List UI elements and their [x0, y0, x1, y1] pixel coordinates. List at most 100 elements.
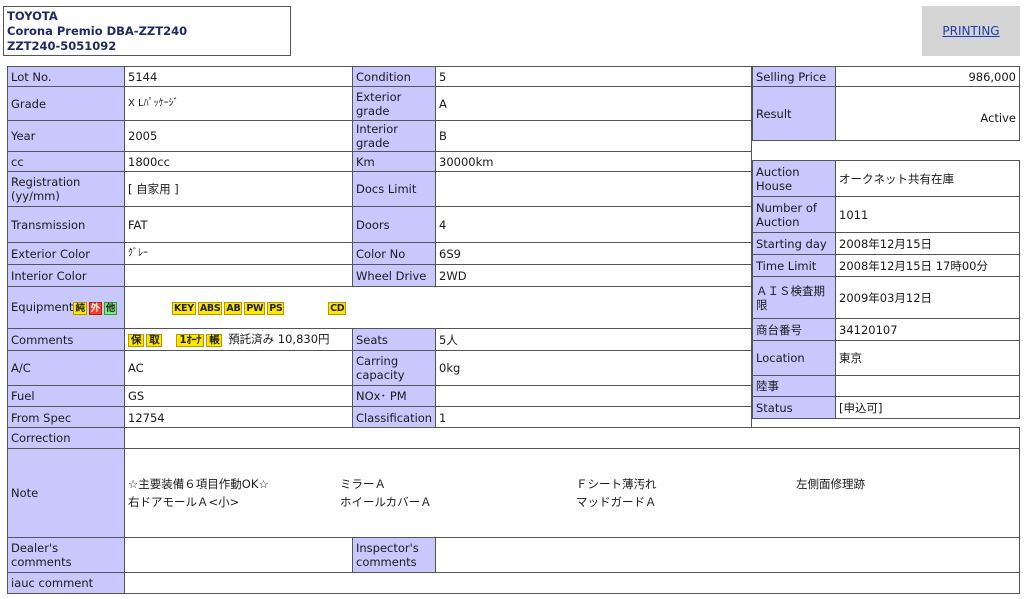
- transmission-label: Transmission: [7, 206, 125, 243]
- color-no-value: 6S9: [435, 242, 752, 265]
- status-label: Status: [752, 396, 836, 419]
- print-area: PRINTING: [922, 6, 1020, 56]
- grade-value: X Lﾊﾟｯｹｰｼﾞ: [124, 86, 353, 121]
- rikuji-value: [835, 375, 1020, 397]
- equipment-label: Equipment: [11, 300, 74, 314]
- fuel-value: GS: [124, 385, 353, 407]
- time-limit-value: 2008年12月15日 17時00分: [835, 254, 1020, 277]
- location-value: 東京: [835, 340, 1020, 376]
- equipment-tag: PS: [267, 302, 285, 315]
- docs-limit-label: Docs Limit: [352, 171, 436, 207]
- grade-label: Grade: [7, 86, 125, 121]
- iauc-comment-label: iauc comment: [7, 572, 125, 594]
- nox-pm-label: NOx･ PM: [352, 385, 436, 407]
- note-value: ☆主要装備６項目作動OK☆ ミラーＡ Ｆシート薄汚れ 左側面修理跡 右ドアモール…: [123, 448, 1021, 538]
- equipment-label-cell: Equipment 純外他: [7, 286, 125, 329]
- rikuji-label: 陸事: [752, 375, 836, 397]
- interior-color-value: [124, 264, 353, 287]
- doors-value: 4: [435, 206, 752, 243]
- note-item: ☆主要装備６項目作動OK☆: [128, 477, 269, 491]
- result-label: Result: [752, 86, 836, 141]
- carrying-capacity-value: 0kg: [435, 350, 752, 386]
- from-spec-label: From Spec: [7, 406, 125, 429]
- comment-tag: 保: [128, 334, 145, 347]
- wheel-drive-label: Wheel Drive: [352, 264, 436, 287]
- comments-value: 保取 1ｵｰﾅ帳 預託済み 10,830円: [124, 328, 353, 351]
- exterior-grade-value: A: [435, 86, 752, 121]
- equipment-tag: KEY: [172, 302, 196, 315]
- inspectors-comments-label: Inspector's comments: [352, 537, 436, 573]
- exterior-color-label: Exterior Color: [7, 242, 125, 265]
- nox-pm-value: [435, 385, 752, 407]
- equipment-tag: PW: [244, 302, 266, 315]
- notes-table: Correction Note ☆主要装備６項目作動OK☆ ミラーＡ Ｆシート薄…: [7, 427, 1021, 594]
- km-value: 30000km: [435, 151, 752, 172]
- color-no-label: Color No: [352, 242, 436, 265]
- seats-value: 5人: [435, 328, 752, 351]
- equipment-type-tag: 他: [103, 302, 118, 315]
- cc-value: 1800cc: [124, 151, 353, 172]
- registration-value: [ 自家用 ]: [124, 171, 353, 207]
- note-label: Note: [7, 448, 125, 538]
- interior-color-label: Interior Color: [7, 264, 125, 287]
- from-spec-value: 12754: [124, 406, 353, 429]
- km-label: Km: [352, 151, 436, 172]
- note-item: ミラーＡ: [340, 477, 386, 491]
- wheel-drive-value: 2WD: [435, 264, 752, 287]
- auction-house-label: Auction House: [752, 160, 836, 197]
- seats-label: Seats: [352, 328, 436, 351]
- vehicle-header: TOYOTA Corona Premio DBA-ZZT240 ZZT240-5…: [3, 6, 291, 56]
- classification-label: Classification: [352, 406, 436, 429]
- correction-label: Correction: [7, 427, 125, 449]
- comment-tag: 取: [146, 334, 163, 347]
- note-item: 左側面修理跡: [796, 477, 865, 491]
- vehicle-make: TOYOTA: [7, 9, 58, 23]
- inspectors-comments-value: [434, 537, 1021, 573]
- ac-label: A/C: [7, 350, 125, 386]
- note-item: マッドガードＡ: [576, 495, 657, 509]
- doors-label: Doors: [352, 206, 436, 243]
- ais-value: 2009年03月12日: [835, 276, 1020, 319]
- location-label: Location: [752, 340, 836, 376]
- dealers-comments-value: [124, 537, 353, 573]
- vehicle-chassis: ZZT240-5051092: [7, 39, 117, 53]
- price-table: Selling Price 986,000 Result Active: [752, 66, 1020, 141]
- year-value: 2005: [124, 120, 353, 152]
- registration-label: Registration (yy/mm): [7, 171, 125, 207]
- lot-no-value: 5144: [124, 66, 353, 87]
- carrying-capacity-label: Carring capacity: [352, 350, 436, 386]
- comment-tag: 1ｵｰﾅ: [176, 334, 205, 347]
- equipment-tag: AB: [224, 302, 243, 315]
- equipment-type-tag: 外: [88, 302, 102, 315]
- auction-house-value: オークネット共有在庫: [835, 160, 1020, 197]
- auction-table: Auction House オークネット共有在庫 Number of Aucti…: [752, 160, 1020, 419]
- year-label: Year: [7, 120, 125, 152]
- interior-grade-value: B: [435, 120, 752, 152]
- interior-grade-label: Interior grade: [352, 120, 436, 152]
- ais-label: ＡＩＳ検査期限: [752, 276, 836, 319]
- docs-limit-value: [435, 171, 752, 207]
- exterior-grade-label: Exterior grade: [352, 86, 436, 121]
- classification-value: 1: [435, 406, 752, 429]
- selling-price-value: 986,000: [835, 66, 1020, 87]
- note-item: ホイールカバーＡ: [340, 495, 432, 509]
- selling-price-label: Selling Price: [752, 66, 836, 87]
- vehicle-model: Corona Premio DBA-ZZT240: [7, 24, 188, 38]
- transmission-value: FAT: [124, 206, 353, 243]
- comments-label: Comments: [7, 328, 125, 351]
- number-of-auction-value: 1011: [835, 196, 1020, 233]
- comment-tag: 帳: [206, 334, 223, 347]
- iauc-comment-value: [123, 572, 1021, 594]
- correction-value: [123, 427, 1021, 449]
- starting-day-label: Starting day: [752, 232, 836, 255]
- shodai-number-label: 商台番号: [752, 318, 836, 341]
- comment-text: 預託済み 10,830円: [228, 332, 330, 346]
- printing-link[interactable]: PRINTING: [942, 24, 999, 38]
- time-limit-label: Time Limit: [752, 254, 836, 277]
- status-value: [申込可]: [835, 396, 1020, 419]
- cc-label: cc: [7, 151, 125, 172]
- result-value: Active: [835, 86, 1020, 141]
- lot-no-label: Lot No.: [7, 66, 125, 87]
- fuel-label: Fuel: [7, 385, 125, 407]
- note-item: Ｆシート薄汚れ: [576, 477, 657, 491]
